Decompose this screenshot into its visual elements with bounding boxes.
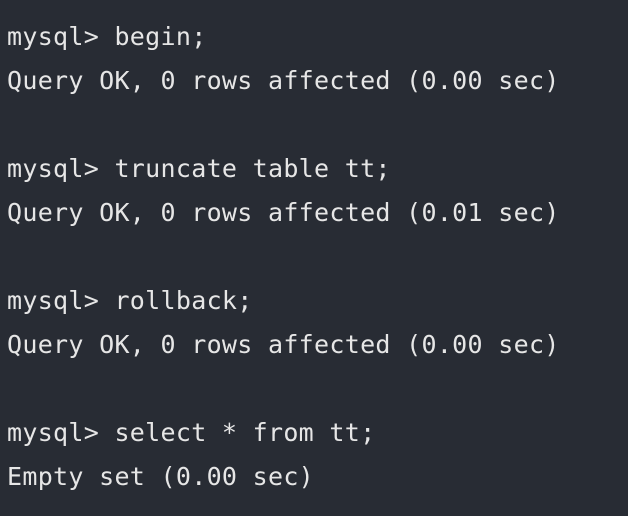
command-line: mysql> select * from tt; [7, 418, 376, 447]
output-line: Query OK, 0 rows affected (0.00 sec) [7, 66, 560, 95]
terminal-window[interactable]: mysql> begin; Query OK, 0 rows affected … [0, 0, 628, 516]
command-line: mysql> begin; [7, 22, 207, 51]
command-line: mysql> rollback; [7, 286, 253, 315]
output-line: Query OK, 0 rows affected (0.01 sec) [7, 198, 560, 227]
output-line: Query OK, 0 rows affected (0.00 sec) [7, 330, 560, 359]
output-line: Empty set (0.00 sec) [7, 462, 315, 491]
command-line: mysql> truncate table tt; [7, 154, 391, 183]
